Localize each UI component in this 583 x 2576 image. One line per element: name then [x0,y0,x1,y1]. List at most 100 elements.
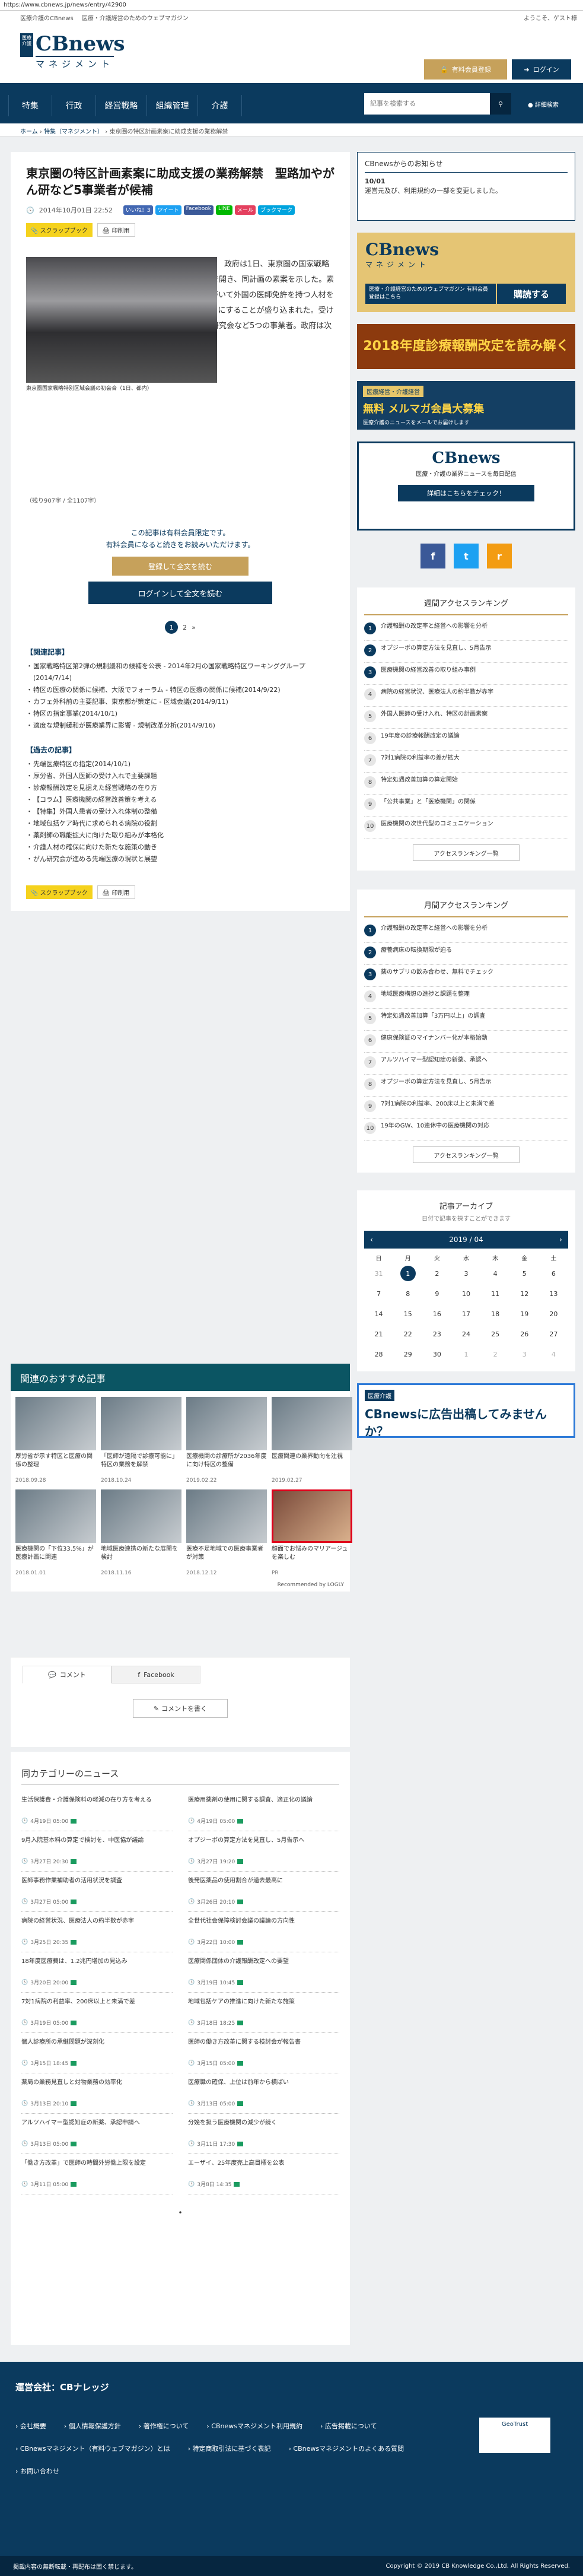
footer-link[interactable]: 広告掲載について [320,2415,377,2438]
ranking-item[interactable]: 10 医療機関の次世代型のコミュニケーション [364,817,568,838]
recommend-card[interactable]: 医療機関の「下位33.5%」が医療計画に関連 2018.01.01 [15,1489,96,1576]
past-link[interactable]: 介護人材の確保に向けた新たな施策の動き [26,841,334,853]
calendar-day[interactable]: 4 [539,1346,568,1362]
page-1[interactable]: 1 [165,621,179,634]
mail-share-button[interactable]: メール [235,205,256,215]
subscribe-button[interactable]: 購読する [497,284,566,304]
footer-link[interactable]: お問い合わせ [15,2460,59,2483]
calendar-day[interactable]: 3 [510,1346,539,1362]
calendar-day[interactable]: 14 [364,1306,393,1322]
breadcrumb-section[interactable]: 特集（マネジメント） [44,129,103,135]
calendar-day[interactable]: 8 [393,1286,422,1301]
calendar-day[interactable]: 1 [400,1266,416,1281]
ranking-item[interactable]: 8 特定処遇改善加算の算定開始 [364,773,568,795]
login-to-read-button[interactable]: ログインして全文を読む [88,582,272,604]
category-item[interactable]: 医療用薬剤の使用に関する調査、適正化の議論 🕓 4月19日 05:00 [188,1791,339,1831]
related-link[interactable]: カフェ外科前の主要記事、東京都が策定に - 区域会議(2014/9/11) [26,696,334,708]
category-item[interactable]: 医療職の確保、上位は前年から横ばい 🕓 3月13日 05:00 [188,2073,339,2114]
monthly-ranking-more[interactable]: アクセスランキング一覧 [413,1146,520,1163]
print-button[interactable]: 🖨 印刷用 [97,223,135,237]
calendar-day[interactable]: 5 [510,1266,539,1281]
rss-icon[interactable]: r [487,544,512,568]
calendar-day[interactable]: 28 [364,1346,393,1362]
calendar-day[interactable]: 26 [510,1326,539,1342]
category-item[interactable]: 地域包括ケアの推進に向けた新たな施策 🕓 3月18日 18:25 [188,1993,339,2033]
ranking-item[interactable]: 7 アルツハイマー型認知症の新薬、承認へ [364,1053,568,1075]
nav-item-organization[interactable]: 組織管理 [147,95,198,116]
past-link[interactable]: 薬剤師の職能拡大に向けた取り組みが本格化 [26,830,334,841]
category-item[interactable]: 分娩を扱う医療機関の減少が続く 🕓 3月11日 17:30 [188,2114,339,2154]
calendar-day[interactable]: 21 [364,1326,393,1342]
top-link[interactable]: 医療介護のCBnews [20,13,74,22]
calendar-day[interactable]: 7 [364,1286,393,1301]
recommend-card[interactable]: 厚労省が示す特区と医療の関係の整理 2018.09.28 [15,1397,96,1484]
subscribe-banner[interactable]: CBnews マネジメント 医療・介護経営のためのウェブマガジン 有料会員登録は… [357,233,575,312]
category-item[interactable]: 9月入院基本料の算定で検討を、中医協が議論 🕓 3月27日 20:30 [21,1831,173,1872]
nav-item-care[interactable]: 介護 [198,95,242,116]
calendar-day[interactable]: 30 [422,1346,451,1362]
calendar-day[interactable]: 23 [422,1326,451,1342]
calendar-day[interactable]: 15 [393,1306,422,1322]
ranking-item[interactable]: 5 外国人医師の受け入れ、特区の計画素案 [364,707,568,729]
category-item[interactable]: アルツハイマー型認知症の新薬、承認申請へ 🕓 3月13日 05:00 [21,2114,173,2154]
prev-month-icon[interactable]: ‹ [370,1235,373,1244]
login-button[interactable]: ➜ ログイン [512,59,571,80]
page-next[interactable]: » [192,624,196,631]
calendar-day[interactable]: 3 [451,1266,480,1281]
calendar-day[interactable]: 2 [422,1266,451,1281]
notice-text[interactable]: 運営元及び、利用規約の一部を変更しました。 [365,186,568,196]
bookmark-share-button[interactable]: ブックマーク [258,205,295,215]
calendar-day[interactable]: 4 [481,1266,510,1281]
recommend-card[interactable]: 地域医療連携の新たな展開を検討 2018.11.16 [101,1489,181,1576]
line-share-button[interactable]: LINE [215,205,233,215]
ranking-item[interactable]: 4 病院の経営状況、医療法人の約半数が赤字 [364,685,568,707]
category-item[interactable]: 7対1病院の利益率、200床以上と未満で差 🕓 3月19日 05:00 [21,1993,173,2033]
category-item[interactable]: 生活保護費・介護保険料の軽減の在り方を考える 🕓 4月19日 05:00 [21,1791,173,1831]
category-item[interactable]: オプジーボの算定方法を見直し、5月告示へ 🕓 3月27日 19:20 [188,1831,339,1872]
ranking-item[interactable]: 2 療養病床の転換期限が迫る [364,943,568,965]
recommend-card[interactable]: 医療不足地域での医療事業者が対策 2018.12.12 [186,1489,267,1576]
recommend-card[interactable]: 「医師が遠隔で診療可能に」特区の業務を解禁 2018.10.24 [101,1397,181,1484]
category-item[interactable]: 後発医薬品の使用割合が過去最高に 🕓 3月26日 20:10 [188,1872,339,1912]
calendar-day[interactable]: 29 [393,1346,422,1362]
footer-link[interactable]: CBnewsマネジメントのよくある質問 [289,2438,404,2460]
tab-comment[interactable]: 💬 コメント [23,1666,111,1684]
tweet-button[interactable]: ツイート [155,205,181,215]
calendar-day[interactable]: 18 [481,1306,510,1322]
related-link[interactable]: 国家戦略特区第2弾の規制緩和の候補を公表 - 2014年2月の国家戦略特区ワーキ… [26,660,334,684]
search-input[interactable] [364,93,490,115]
recommend-card-ad[interactable]: 顔面でお悩みのマリアージュを楽しむ PR [272,1489,352,1576]
search-button[interactable]: ⚲ [490,93,511,115]
category-item[interactable]: 全世代社会保障検討会議の議論の方向性 🕓 3月22日 10:00 [188,1912,339,1952]
facebook-share-button[interactable]: Facebook [183,205,214,215]
like-button[interactable]: いいね！3 [123,205,153,215]
ranking-item[interactable]: 10 19年のGW、10連休中の医療機関の対応 [364,1119,568,1141]
ranking-item[interactable]: 3 薬のサブリの飲み合わせ、無料でチェック [364,965,568,987]
calendar-day[interactable]: 12 [510,1286,539,1301]
tab-facebook[interactable]: f Facebook [111,1666,200,1684]
category-item[interactable]: エーザイ、25年度売上高目標を公表 🕓 3月8日 14:35 [188,2154,339,2194]
scrapbook-button-bottom[interactable]: 📎 スクラップブック [26,885,93,899]
recommend-card[interactable]: 医療機関の診療所が2036年度に向け特区の整備 2019.02.22 [186,1397,267,1484]
category-item[interactable]: 医師の働き方改革に関する検討会が報告書 🕓 3月15日 05:00 [188,2033,339,2073]
cbnews-button[interactable]: 詳細はこちらをチェック！ [398,485,534,501]
twitter-icon[interactable]: t [454,544,479,568]
calendar-day[interactable]: 22 [393,1326,422,1342]
cbnews-banner[interactable]: CBnews 医療・介護の業界ニュースを毎日配信 詳細はこちらをチェック！ [357,441,575,531]
ranking-item[interactable]: 4 地域医療構想の進捗と課題を整理 [364,987,568,1009]
recommended-by[interactable]: Recommended by LOGLY [11,1582,350,1592]
category-item[interactable]: 18年度医療費は、1.2兆円増加の見込み 🕓 3月20日 20:00 [21,1952,173,1993]
ranking-item[interactable]: 3 医療機関の経営改善の取り組み事例 [364,663,568,685]
revision-banner[interactable]: 2018年度診療報酬改定を読み解く [357,324,575,369]
calendar-day[interactable]: 13 [539,1286,568,1301]
facebook-icon[interactable]: f [420,544,445,568]
calendar-day[interactable]: 19 [510,1306,539,1322]
ranking-item[interactable]: 7 7対1病院の利益率の差が拡大 [364,751,568,773]
category-item[interactable]: 個人診療所の承継問題が深刻化 🕓 3月15日 18:45 [21,2033,173,2073]
footer-link[interactable]: 著作権について [139,2415,189,2438]
past-link[interactable]: 【コラム】医療機関の経営改善策を考える [26,794,334,806]
advanced-search-link[interactable]: ● 詳細検索 [528,100,559,109]
breadcrumb-home[interactable]: ホーム [20,129,38,135]
calendar-day[interactable]: 31 [364,1266,393,1281]
past-link[interactable]: 地域包括ケア時代に求められる病院の役割 [26,818,334,830]
